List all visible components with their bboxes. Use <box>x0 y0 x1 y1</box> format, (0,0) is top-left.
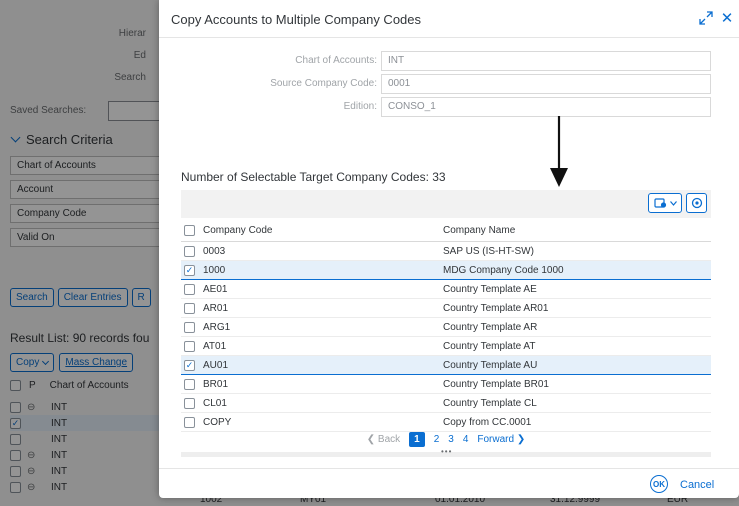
field-label: Edition: <box>343 101 377 112</box>
company-code-cell: AR01 <box>203 302 229 314</box>
table-row[interactable]: AE01 Country Template AE <box>181 280 711 299</box>
pager-forward-button[interactable]: Forward ❯ <box>477 434 525 445</box>
close-icon[interactable]: ✕ <box>720 9 734 27</box>
table-row[interactable]: 0003 SAP US (IS-HT-SW) <box>181 242 711 261</box>
edition-value: CONSO_1 <box>381 97 711 117</box>
company-name-cell: SAP US (IS-HT-SW) <box>443 245 534 257</box>
chart-of-accounts-value: INT <box>381 51 711 71</box>
company-code-cell: AE01 <box>203 283 228 295</box>
row-checkbox[interactable] <box>184 302 195 314</box>
resize-icon[interactable] <box>699 11 713 25</box>
dialog-title: Copy Accounts to Multiple Company Codes <box>171 12 422 27</box>
chevron-left-icon: ❮ <box>366 433 376 445</box>
pager-page-1[interactable]: 1 <box>409 431 425 447</box>
company-name-cell: Country Template AR <box>443 321 538 333</box>
field-label: Chart of Accounts: <box>295 55 377 66</box>
row-checkbox[interactable] <box>184 397 195 409</box>
chevron-down-icon <box>669 200 677 206</box>
chevron-right-icon: ❯ <box>516 433 526 445</box>
pager-page-3[interactable]: 3 <box>448 434 454 445</box>
down-arrow-icon <box>550 116 568 187</box>
row-checkbox[interactable] <box>184 416 195 428</box>
field-edition: Edition: CONSO_1 <box>159 97 739 117</box>
table-settings-icon <box>653 198 666 208</box>
company-code-cell: 1000 <box>203 264 226 276</box>
company-name-cell: Country Template AT <box>443 340 536 352</box>
company-name-cell: Copy from CC.0001 <box>443 416 532 428</box>
table-gear-button[interactable] <box>686 193 707 213</box>
row-checkbox[interactable] <box>184 340 195 352</box>
field-source-company-code: Source Company Code: 0001 <box>159 74 739 94</box>
row-checkbox[interactable] <box>184 321 195 333</box>
table-row[interactable]: CL01 Country Template CL <box>181 394 711 413</box>
cancel-button[interactable]: Cancel <box>680 479 714 491</box>
table-row[interactable]: ✓ AU01 Country Template AU <box>181 356 711 375</box>
selectable-count-title: Number of Selectable Target Company Code… <box>181 170 446 184</box>
table-header-row: Company Code Company Name <box>181 219 711 242</box>
company-code-table: Company Code Company Name 0003 SAP US (IS… <box>181 219 711 432</box>
company-code-cell: 0003 <box>203 245 226 257</box>
company-name-cell: MDG Company Code 1000 <box>443 264 564 276</box>
column-company-code: Company Code <box>203 224 273 236</box>
gear-icon <box>691 197 702 209</box>
row-checkbox[interactable] <box>184 378 195 390</box>
company-code-cell: CL01 <box>203 397 227 409</box>
table-row[interactable]: ARG1 Country Template AR <box>181 318 711 337</box>
company-code-cell: AT01 <box>203 340 227 352</box>
row-checkbox[interactable]: ✓ <box>184 264 195 276</box>
company-name-cell: Country Template CL <box>443 397 537 409</box>
pager-page-2[interactable]: 2 <box>434 434 440 445</box>
pager-back-label: Back <box>377 433 401 445</box>
company-name-cell: Country Template AU <box>443 359 538 371</box>
company-name-cell: Country Template AE <box>443 283 537 295</box>
table-row[interactable]: AT01 Country Template AT <box>181 337 711 356</box>
source-company-code-value: 0001 <box>381 74 711 94</box>
ok-button[interactable]: OK <box>650 475 668 493</box>
row-checkbox[interactable]: ✓ <box>184 359 195 371</box>
table-toolbar <box>181 190 711 218</box>
company-name-cell: Country Template BR01 <box>443 378 549 390</box>
company-code-cell: BR01 <box>203 378 229 390</box>
copy-accounts-dialog: Copy Accounts to Multiple Company Codes … <box>159 0 739 498</box>
table-row[interactable]: AR01 Country Template AR01 <box>181 299 711 318</box>
company-code-cell: AU01 <box>203 359 229 371</box>
field-chart-of-accounts: Chart of Accounts: INT <box>159 51 739 71</box>
select-all-checkbox[interactable] <box>184 224 195 236</box>
company-code-cell: COPY <box>203 416 232 428</box>
column-company-name: Company Name <box>443 224 516 236</box>
pager-page-4[interactable]: 4 <box>463 434 469 445</box>
row-checkbox[interactable] <box>184 245 195 257</box>
table-settings-menu-button[interactable] <box>648 193 682 213</box>
field-label: Source Company Code: <box>270 78 377 89</box>
row-checkbox[interactable] <box>184 283 195 295</box>
dialog-header: Copy Accounts to Multiple Company Codes … <box>159 0 739 38</box>
pager-back-button[interactable]: ❮ Back <box>367 434 400 445</box>
table-row[interactable]: ✓ 1000 MDG Company Code 1000 <box>181 261 711 280</box>
company-code-cell: ARG1 <box>203 321 231 333</box>
dialog-footer: OK Cancel <box>159 468 739 498</box>
more-dots-icon: ••• <box>441 447 453 456</box>
pager-forward-label: Forward <box>477 433 515 445</box>
table-row[interactable]: BR01 Country Template BR01 <box>181 375 711 394</box>
company-name-cell: Country Template AR01 <box>443 302 549 314</box>
